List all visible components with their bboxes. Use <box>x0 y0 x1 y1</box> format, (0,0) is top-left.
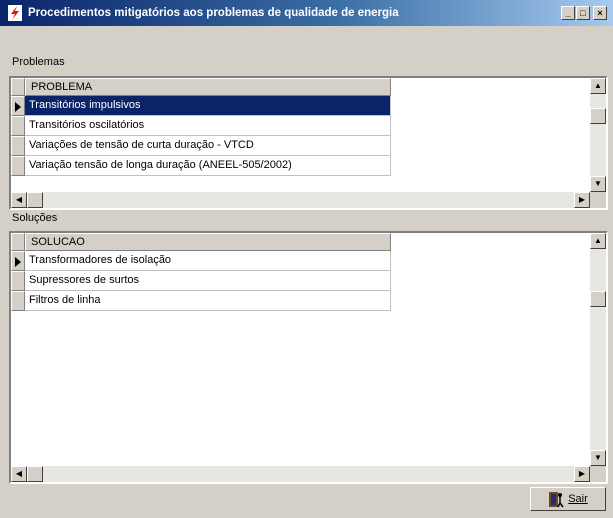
problem-row-2[interactable]: Transitórios oscilatórios <box>11 116 391 136</box>
solutions-label: Soluções <box>12 212 58 224</box>
door-exit-icon <box>549 492 564 508</box>
solution-row-2[interactable]: Supressores de surtos <box>11 271 391 291</box>
lightning-icon <box>8 5 22 21</box>
problems-column-header[interactable]: PROBLEMA <box>25 78 391 96</box>
solutions-vertical-scrollbar[interactable]: ▲ ▼ <box>590 233 606 466</box>
problem-cell[interactable]: Transitórios impulsivos <box>25 96 391 116</box>
row-indicator <box>11 96 25 116</box>
close-button[interactable]: × <box>593 6 607 20</box>
row-indicator <box>11 136 25 156</box>
problem-cell[interactable]: Variações de tensão de curta duração - V… <box>25 136 391 156</box>
problems-horizontal-scrollbar[interactable]: ◀ ▶ <box>11 192 590 208</box>
solution-row-1[interactable]: Transformadores de isolação <box>11 251 391 271</box>
header-indicator <box>11 233 25 251</box>
problems-vertical-scrollbar[interactable]: ▲ ▼ <box>590 78 606 192</box>
scroll-right-icon[interactable]: ▶ <box>574 192 590 208</box>
scroll-down-icon[interactable]: ▼ <box>590 176 606 192</box>
problem-row-4[interactable]: Variação tensão de longa duração (ANEEL-… <box>11 156 391 176</box>
problem-row-1[interactable]: Transitórios impulsivos <box>11 96 391 116</box>
scroll-thumb[interactable] <box>27 192 43 208</box>
scroll-thumb[interactable] <box>590 108 606 124</box>
scroll-corner <box>590 192 606 208</box>
solutions-grid-header: SOLUCAO <box>11 233 391 251</box>
scroll-thumb[interactable] <box>27 466 43 482</box>
scroll-corner <box>590 466 606 482</box>
window-title: Procedimentos mitigatórios aos problemas… <box>28 7 399 19</box>
scroll-right-icon[interactable]: ▶ <box>574 466 590 482</box>
scroll-left-icon[interactable]: ◀ <box>11 466 27 482</box>
solutions-column-header[interactable]: SOLUCAO <box>25 233 391 251</box>
problems-label: Problemas <box>12 56 65 68</box>
row-indicator <box>11 271 25 291</box>
app-window: Procedimentos mitigatórios aos problemas… <box>0 0 613 518</box>
row-indicator <box>11 116 25 136</box>
header-indicator <box>11 78 25 96</box>
current-row-arrow-icon <box>15 257 21 267</box>
scroll-left-icon[interactable]: ◀ <box>11 192 27 208</box>
solution-cell[interactable]: Supressores de surtos <box>25 271 391 291</box>
problem-cell[interactable]: Variação tensão de longa duração (ANEEL-… <box>25 156 391 176</box>
row-indicator <box>11 156 25 176</box>
exit-button-label: Sair <box>568 493 588 505</box>
title-bar[interactable]: Procedimentos mitigatórios aos problemas… <box>0 0 613 26</box>
row-indicator <box>11 291 25 311</box>
solution-cell[interactable]: Transformadores de isolação <box>25 251 391 271</box>
problem-cell[interactable]: Transitórios oscilatórios <box>25 116 391 136</box>
maximize-button[interactable]: □ <box>576 6 590 20</box>
solution-cell[interactable]: Filtros de linha <box>25 291 391 311</box>
problem-row-3[interactable]: Variações de tensão de curta duração - V… <box>11 136 391 156</box>
problems-grid[interactable]: PROBLEMA Transitórios impulsivos Transit… <box>9 76 608 210</box>
problems-grid-header: PROBLEMA <box>11 78 391 96</box>
scroll-thumb[interactable] <box>590 291 606 307</box>
exit-button[interactable]: Sair <box>530 487 606 511</box>
scroll-down-icon[interactable]: ▼ <box>590 450 606 466</box>
row-indicator <box>11 251 25 271</box>
scroll-up-icon[interactable]: ▲ <box>590 78 606 94</box>
minimize-button[interactable]: _ <box>561 6 575 20</box>
scroll-up-icon[interactable]: ▲ <box>590 233 606 249</box>
solutions-horizontal-scrollbar[interactable]: ◀ ▶ <box>11 466 590 482</box>
solution-row-3[interactable]: Filtros de linha <box>11 291 391 311</box>
solutions-grid[interactable]: SOLUCAO Transformadores de isolação Supr… <box>9 231 608 484</box>
current-row-arrow-icon <box>15 102 21 112</box>
